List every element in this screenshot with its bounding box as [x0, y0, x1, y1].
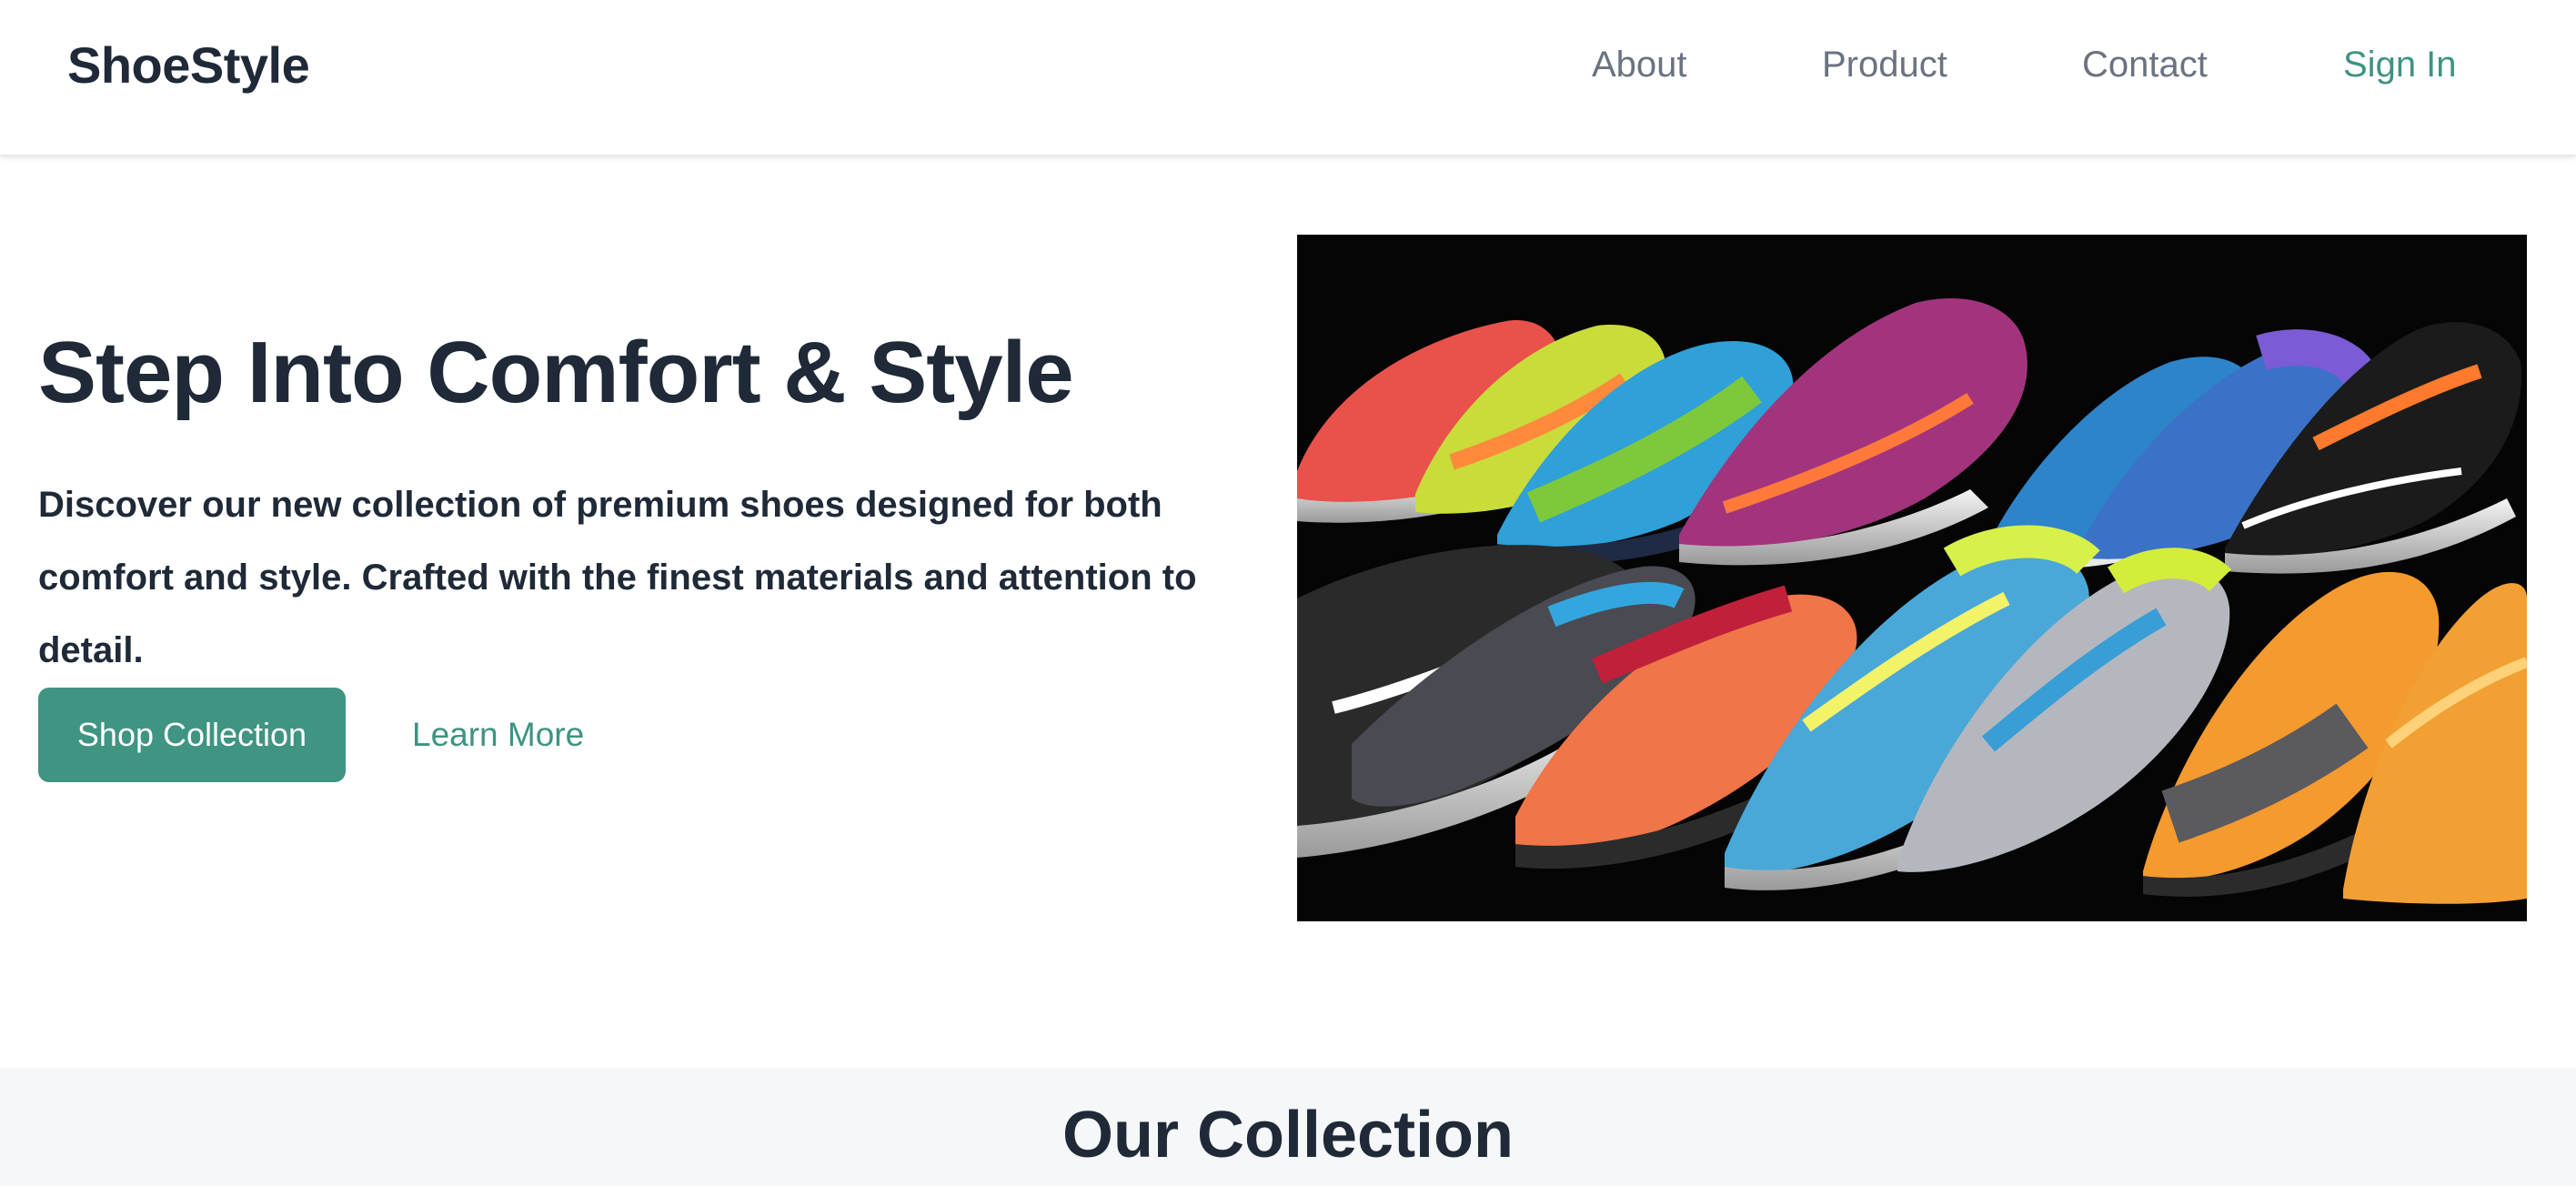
- hero-shoes-image: [1297, 235, 2527, 921]
- collection-section: Our Collection: [0, 1068, 2576, 1186]
- nav-link-about[interactable]: About: [1592, 36, 1687, 93]
- learn-more-link[interactable]: Learn More: [412, 709, 584, 760]
- hero-description: Discover our new collection of premium s…: [38, 485, 1197, 670]
- nav-link-product[interactable]: Product: [1822, 36, 1947, 93]
- hero-title: Step Into Comfort & Style: [38, 324, 1074, 421]
- shoes-illustration: [1297, 235, 2527, 921]
- brand-logo[interactable]: ShoeStyle: [67, 33, 310, 98]
- navbar: ShoeStyle About Product Contact Sign In: [0, 0, 2576, 156]
- collection-title: Our Collection: [1062, 1099, 1514, 1171]
- nav-link-contact[interactable]: Contact: [2082, 36, 2208, 93]
- shop-collection-button[interactable]: Shop Collection: [38, 688, 346, 782]
- sign-in-link[interactable]: Sign In: [2343, 36, 2457, 93]
